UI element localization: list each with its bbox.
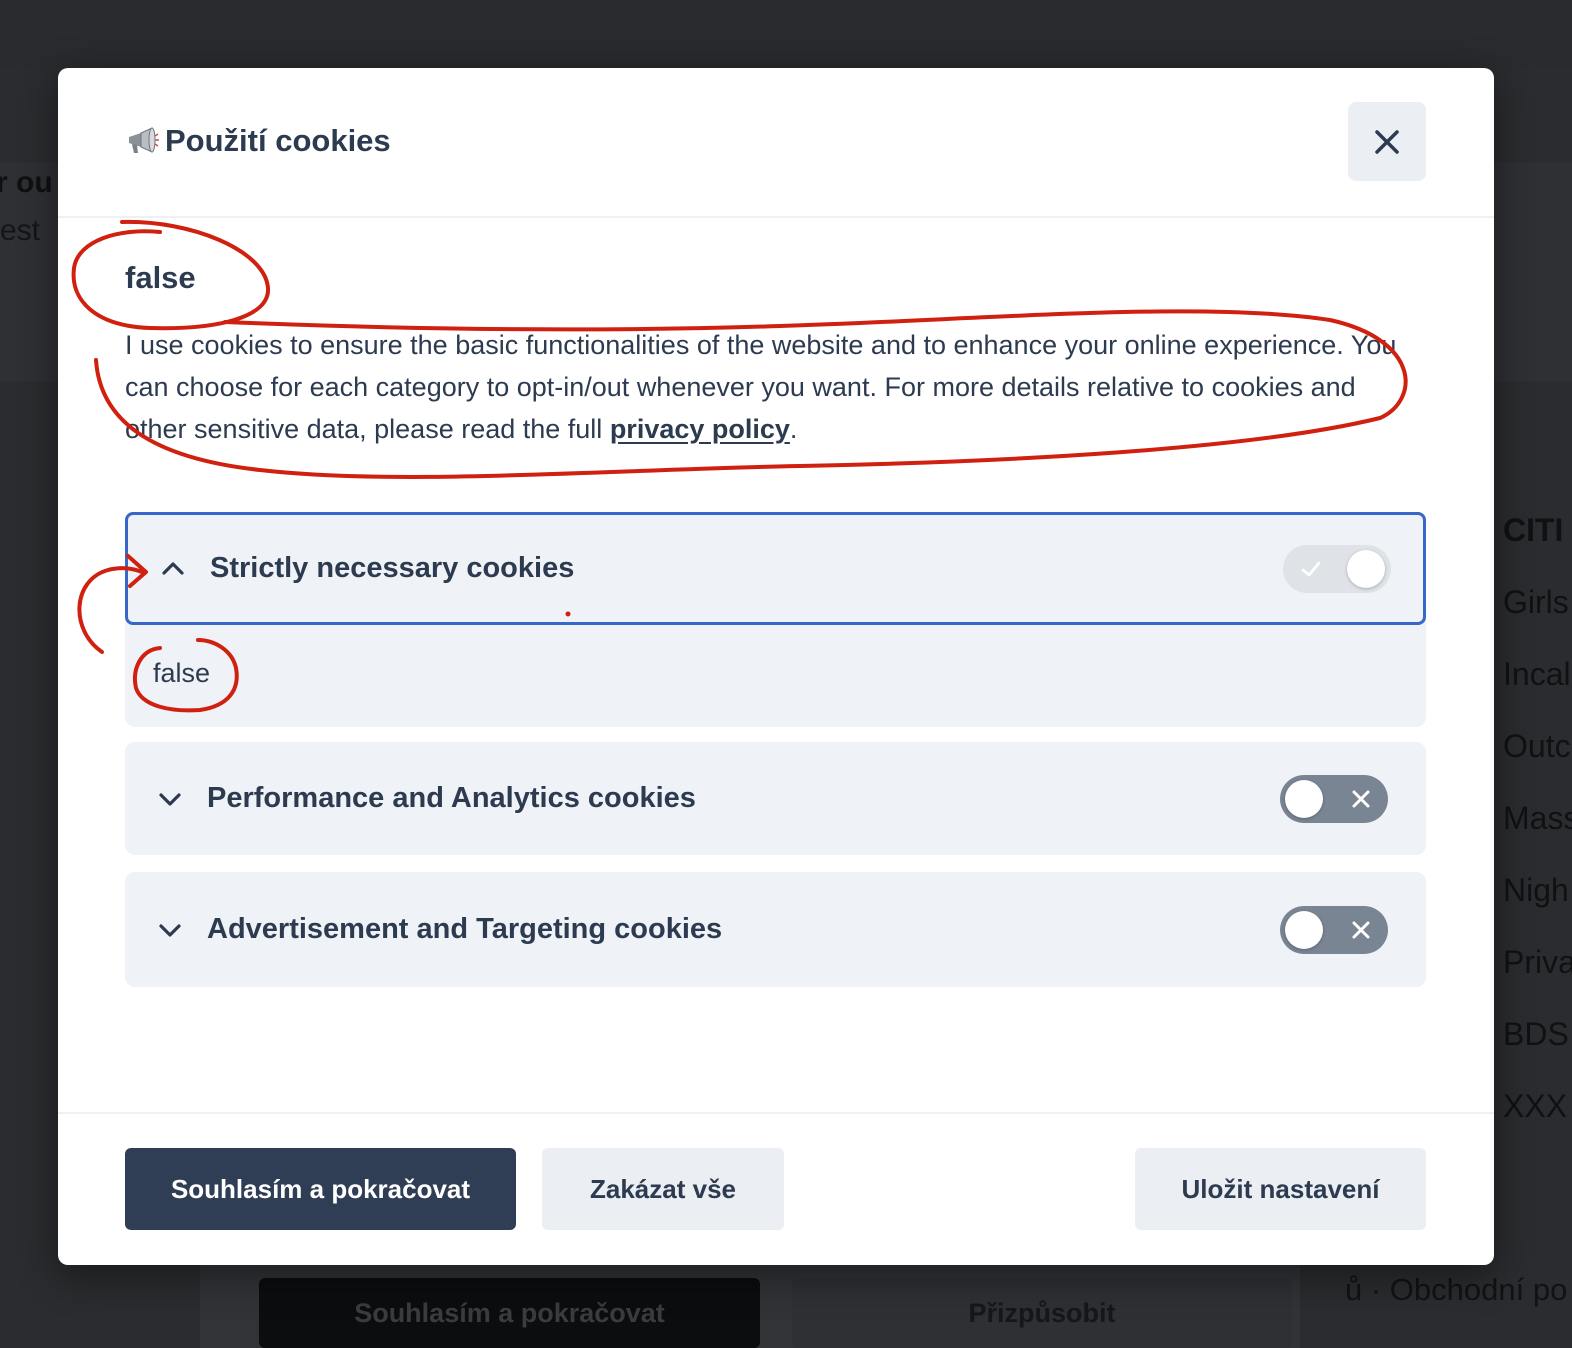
- modal-footer: Souhlasím a pokračovat Zakázat vše Uloži…: [58, 1112, 1494, 1265]
- category-label: Strictly necessary cookies: [210, 552, 575, 584]
- toggle-knob: [1347, 549, 1385, 588]
- privacy-policy-link[interactable]: privacy policy: [610, 414, 790, 444]
- section-title: false: [125, 260, 196, 295]
- background-footer-link: ů · Obchodní po: [1345, 1272, 1568, 1307]
- background-sidebar-heading: CITI: [1503, 512, 1564, 548]
- check-icon: [1301, 561, 1321, 576]
- close-icon: [1375, 129, 1399, 154]
- category-advertisement-targeting: Advertisement and Targeting cookies: [125, 872, 1426, 987]
- cookie-description: I use cookies to ensure the basic functi…: [125, 324, 1415, 450]
- background-hero-heading-fragment: r ou: [0, 166, 53, 199]
- megaphone-icon: [129, 127, 159, 153]
- background-sidebar-item: Priva: [1503, 944, 1572, 980]
- chevron-up-icon: [162, 561, 184, 575]
- background-sidebar-item: Outc: [1503, 728, 1571, 764]
- save-settings-button[interactable]: Uložit nastavení: [1135, 1148, 1426, 1230]
- toggle-knob: [1285, 779, 1323, 818]
- accept-all-button[interactable]: Souhlasím a pokračovat: [125, 1148, 516, 1230]
- close-icon: [1352, 921, 1370, 938]
- background-sidebar-item: Nigh: [1503, 872, 1569, 908]
- close-icon: [1352, 790, 1370, 807]
- background-sidebar-item: Mass: [1503, 800, 1572, 836]
- advertisement-targeting-toggle[interactable]: [1280, 905, 1388, 954]
- strictly-necessary-toggle[interactable]: [1283, 544, 1391, 593]
- category-label: Performance and Analytics cookies: [207, 782, 696, 814]
- background-hero-text-fragment: est: [0, 214, 41, 247]
- modal-title: Použití cookies: [125, 123, 391, 159]
- category-label: Advertisement and Targeting cookies: [207, 913, 723, 945]
- category-performance-analytics: Performance and Analytics cookies: [125, 742, 1426, 855]
- toggle-knob: [1285, 910, 1323, 949]
- chevron-down-icon: [159, 923, 181, 937]
- background-customize-button: Přizpůsobit: [792, 1278, 1292, 1348]
- close-button[interactable]: [1348, 102, 1426, 181]
- background-top-bar: [0, 0, 1572, 68]
- chevron-down-icon: [159, 792, 181, 806]
- category-strictly-necessary-header[interactable]: Strictly necessary cookies: [125, 512, 1426, 625]
- background-sidebar-item: Incal: [1503, 656, 1571, 692]
- category-performance-analytics-header[interactable]: Performance and Analytics cookies: [125, 742, 1426, 855]
- background-sidebar-item: Girls: [1503, 584, 1569, 620]
- category-strictly-necessary: Strictly necessary cookies false: [125, 512, 1426, 727]
- background-sidebar-item: XXX: [1503, 1088, 1568, 1124]
- cookie-settings-modal: Použití cookies false I use cookies to e…: [58, 68, 1494, 1265]
- background-accept-button: Souhlasím a pokračovat: [259, 1278, 760, 1348]
- modal-title-text: Použití cookies: [165, 123, 391, 158]
- cookie-description-end: .: [789, 414, 798, 444]
- background-sidebar-item: BDS: [1503, 1016, 1569, 1052]
- category-description: false: [153, 658, 211, 688]
- modal-header: Použití cookies: [58, 68, 1494, 218]
- performance-analytics-toggle[interactable]: [1280, 774, 1388, 823]
- reject-all-button[interactable]: Zakázat vše: [542, 1148, 784, 1230]
- category-advertisement-targeting-header[interactable]: Advertisement and Targeting cookies: [125, 872, 1426, 987]
